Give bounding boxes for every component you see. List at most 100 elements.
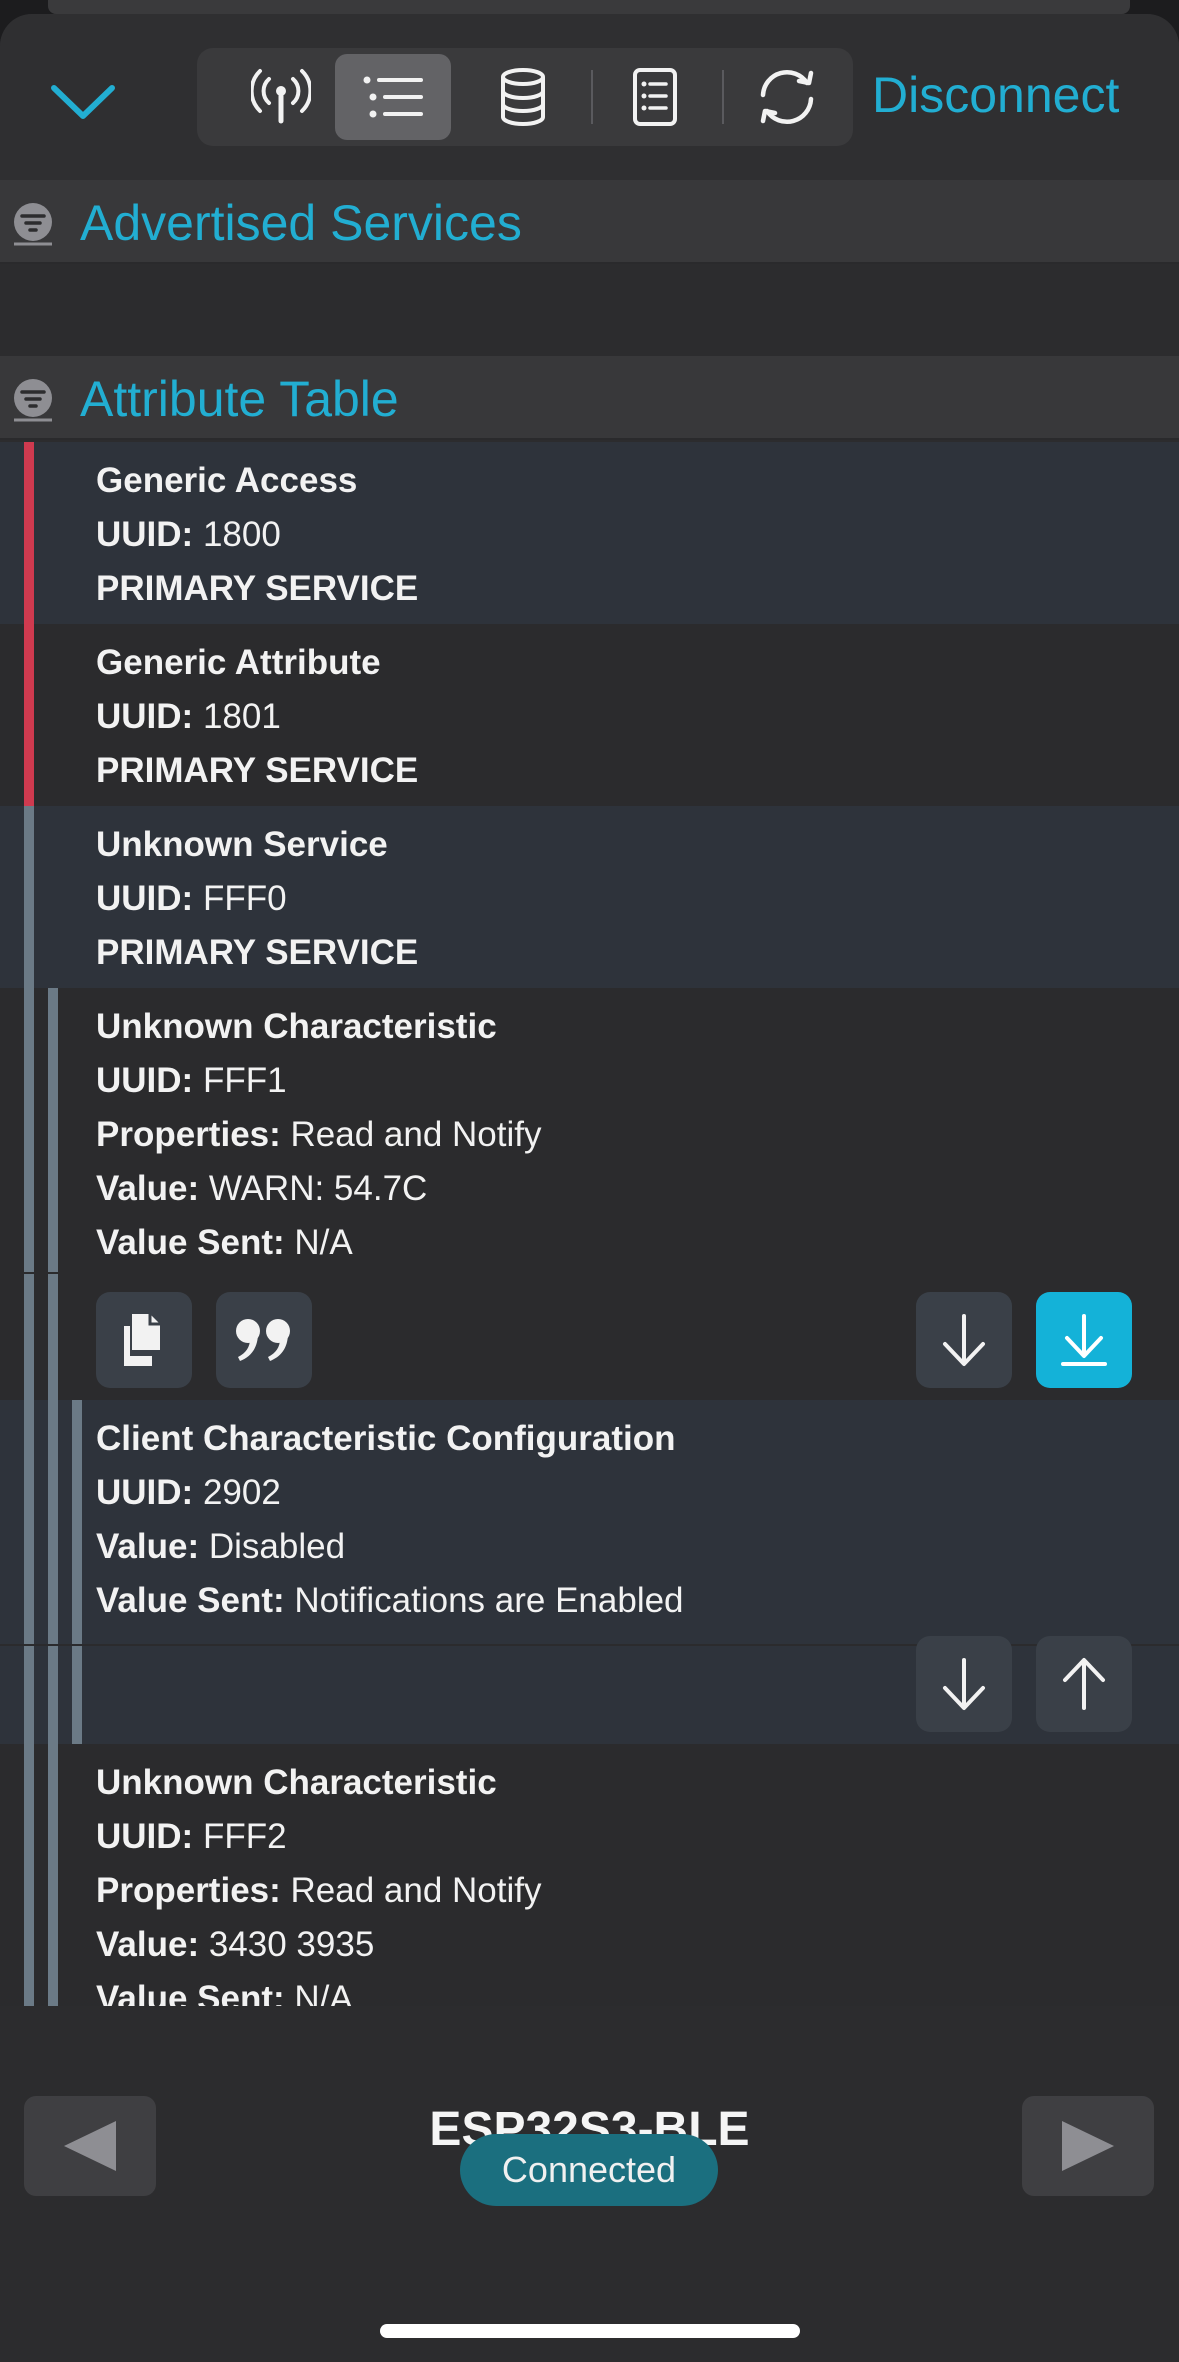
attribute-title: Generic Attribute	[96, 643, 381, 682]
properties-label: Properties:	[96, 1115, 281, 1154]
next-device-button[interactable]	[1022, 2096, 1154, 2196]
read-button[interactable]	[916, 1292, 1012, 1388]
service-indicator-bar	[24, 806, 34, 988]
section-title: Attribute Table	[80, 371, 399, 427]
characteristic-indicator-bar	[48, 1744, 58, 2006]
antenna-icon	[251, 69, 311, 124]
arrow-down-icon	[943, 1658, 985, 1710]
descriptor-indicator-bar	[72, 1400, 82, 1744]
document-icon	[633, 68, 677, 126]
segment-divider	[591, 70, 593, 124]
attribute-details: Unknown Characteristic UUID: FFF1 Proper…	[96, 1000, 542, 1270]
uuid-label: UUID:	[96, 697, 194, 736]
row-separator	[0, 1272, 1179, 1274]
background-sheet-edge	[48, 0, 1130, 14]
string-format-button[interactable]	[216, 1292, 312, 1388]
arrow-down-icon	[943, 1314, 985, 1366]
tab-database[interactable]	[465, 54, 581, 140]
value-sent-value: Notifications are Enabled	[294, 1581, 684, 1620]
service-indicator-bar	[24, 442, 34, 624]
segment-divider	[722, 70, 724, 124]
value-label: Value:	[96, 1169, 200, 1208]
toolbar: Disconnect	[0, 14, 1179, 182]
advertised-services-header[interactable]: Advertised Services	[0, 180, 1179, 264]
service-indicator-bar	[24, 988, 34, 1400]
copy-icon	[124, 1314, 160, 1366]
app-frame: Disconnect Advertised Services Attribute…	[0, 14, 1179, 2362]
attribute-kind: PRIMARY SERVICE	[96, 933, 419, 972]
characteristic-value: WARN: 54.7C	[208, 1169, 428, 1208]
tab-advertisement[interactable]	[223, 54, 339, 140]
attribute-title: Unknown Characteristic	[96, 1763, 497, 1802]
properties-label: Properties:	[96, 1871, 281, 1910]
attribute-title: Generic Access	[96, 461, 358, 500]
copy-button[interactable]	[96, 1292, 192, 1388]
write-button[interactable]	[1036, 1636, 1132, 1732]
attribute-title: Client Characteristic Configuration	[96, 1419, 676, 1458]
uuid-value: FFF1	[202, 1061, 287, 1100]
view-segmented-control	[197, 48, 853, 146]
service-indicator-bar	[24, 624, 34, 806]
notify-button[interactable]	[1036, 1292, 1132, 1388]
arrow-down-to-line-icon	[1061, 1314, 1107, 1366]
uuid-label: UUID:	[96, 1817, 194, 1856]
uuid-value: 2902	[202, 1473, 281, 1512]
collapse-chevron-icon[interactable]	[46, 76, 120, 126]
attribute-title: Unknown Service	[96, 825, 388, 864]
value-label: Value:	[96, 1527, 200, 1566]
value-sent-label: Value Sent:	[96, 1223, 285, 1262]
service-indicator-bar	[24, 1400, 34, 1744]
database-icon	[501, 68, 545, 126]
attribute-row-service[interactable]: Generic Attribute UUID: 1801 PRIMARY SER…	[0, 624, 1179, 806]
refresh-icon	[760, 69, 814, 125]
attribute-title: Unknown Characteristic	[96, 1007, 497, 1046]
uuid-label: UUID:	[96, 515, 194, 554]
uuid-label: UUID:	[96, 879, 194, 918]
service-indicator-bar	[24, 1744, 34, 2006]
arrow-up-icon	[1063, 1658, 1105, 1710]
characteristic-indicator-bar	[48, 1400, 58, 1744]
attribute-row-descriptor[interactable]: Client Characteristic Configuration UUID…	[0, 1400, 1179, 1744]
list-icon	[363, 76, 423, 118]
filter-icon	[12, 378, 54, 422]
value-sent-value: N/A	[294, 1223, 353, 1262]
home-indicator[interactable]	[380, 2324, 800, 2338]
tab-log[interactable]	[597, 54, 713, 140]
attribute-row-characteristic[interactable]: Unknown Characteristic UUID: FFF2 Proper…	[0, 1744, 1179, 2018]
attribute-kind: PRIMARY SERVICE	[96, 751, 419, 790]
uuid-label: UUID:	[96, 1473, 194, 1512]
descriptor-value: Disabled	[208, 1527, 346, 1566]
advertised-services-list	[0, 264, 1179, 356]
value-label: Value:	[96, 1925, 200, 1964]
uuid-value: FFF2	[202, 1817, 287, 1856]
attribute-row-service[interactable]: Generic Access UUID: 1800 PRIMARY SERVIC…	[0, 442, 1179, 624]
tab-attribute-table[interactable]	[335, 54, 451, 140]
uuid-value: FFF0	[202, 879, 287, 918]
uuid-value: 1801	[202, 697, 281, 736]
connection-status-badge: Connected	[460, 2134, 718, 2206]
disconnect-button[interactable]: Disconnect	[872, 66, 1119, 124]
uuid-label: UUID:	[96, 1061, 194, 1100]
value-sent-label: Value Sent:	[96, 1581, 285, 1620]
attribute-row-characteristic[interactable]: Unknown Characteristic UUID: FFF1 Proper…	[0, 988, 1179, 1400]
filter-icon	[12, 202, 54, 246]
attribute-details: Generic Access UUID: 1800 PRIMARY SERVIC…	[96, 454, 418, 616]
properties-value: Read and Notify	[290, 1115, 542, 1154]
quote-icon	[236, 1319, 290, 1361]
section-title: Advertised Services	[80, 195, 522, 251]
attribute-details: Generic Attribute UUID: 1801 PRIMARY SER…	[96, 636, 418, 798]
attribute-details: Unknown Characteristic UUID: FFF2 Proper…	[96, 1756, 542, 2026]
read-button[interactable]	[916, 1636, 1012, 1732]
characteristic-value: 3430 3935	[208, 1925, 375, 1964]
uuid-value: 1800	[202, 515, 281, 554]
attribute-details: Unknown Service UUID: FFF0 PRIMARY SERVI…	[96, 818, 418, 980]
characteristic-indicator-bar	[48, 988, 58, 1400]
attribute-table-header[interactable]: Attribute Table	[0, 356, 1179, 440]
attribute-details: Client Characteristic Configuration UUID…	[96, 1412, 684, 1628]
triangle-right-icon	[1062, 2121, 1114, 2171]
attribute-kind: PRIMARY SERVICE	[96, 569, 419, 608]
tab-refresh[interactable]	[729, 54, 845, 140]
attribute-row-service[interactable]: Unknown Service UUID: FFF0 PRIMARY SERVI…	[0, 806, 1179, 988]
properties-value: Read and Notify	[290, 1871, 542, 1910]
device-footer: ESP32S3-BLE Connected	[0, 2006, 1179, 2362]
